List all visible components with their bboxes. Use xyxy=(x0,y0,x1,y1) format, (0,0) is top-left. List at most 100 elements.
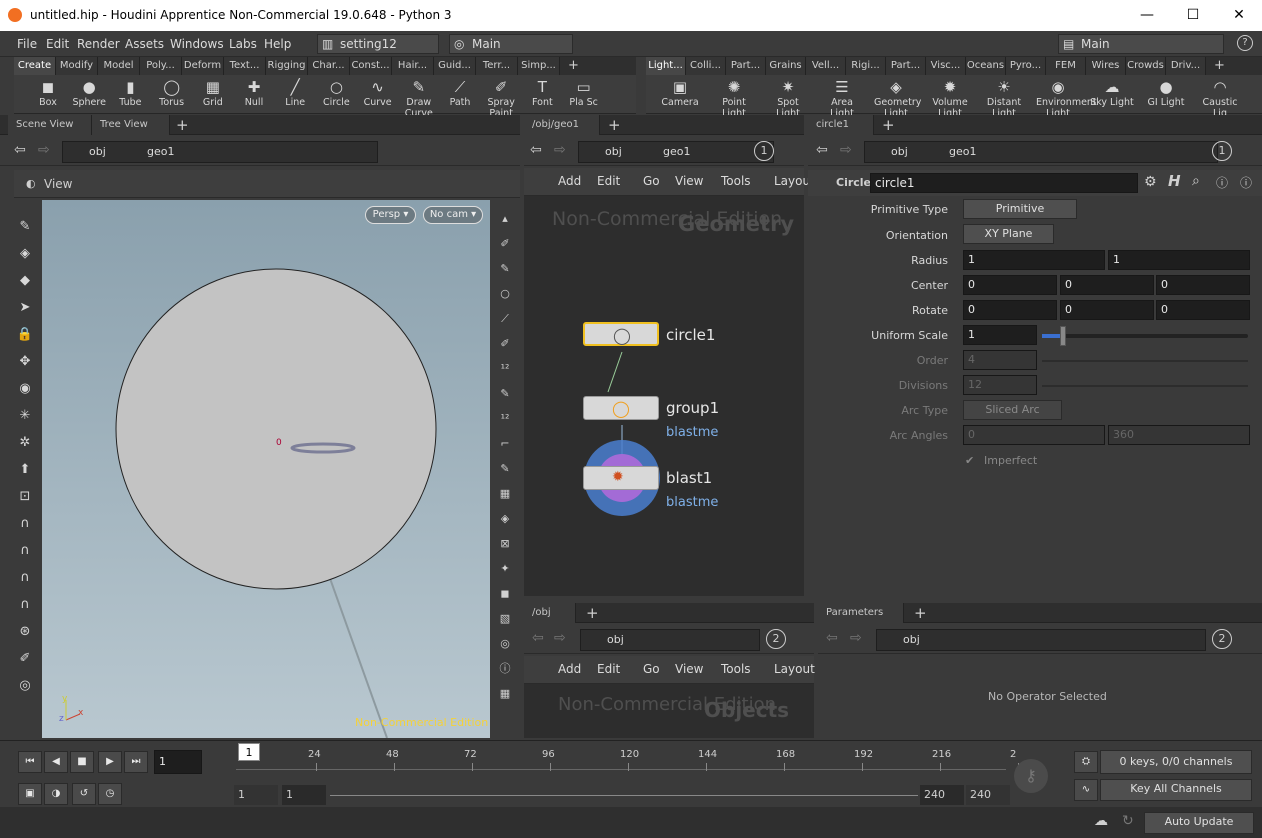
display-option-17-icon[interactable]: ◎ xyxy=(494,633,516,655)
back-arrow-icon[interactable]: ⇦ xyxy=(14,142,26,158)
tool-distant-light[interactable]: ☀ Distant Light xyxy=(982,77,1026,119)
tool-sphere[interactable]: ● Sphere xyxy=(67,77,111,113)
center-x-field[interactable]: 0 xyxy=(963,275,1057,295)
display-option-0-icon[interactable]: ▴ xyxy=(494,208,516,230)
rotate-z-field[interactable]: 0 xyxy=(1156,300,1250,320)
node-blast1[interactable]: ✹ xyxy=(583,466,659,490)
path-obj[interactable]: obj xyxy=(607,630,624,650)
add-shelf-tab-icon[interactable]: + xyxy=(568,58,579,73)
menu-help[interactable]: Help xyxy=(264,37,291,51)
display-option-5-icon[interactable]: ✐ xyxy=(494,333,516,355)
tool-pla-sc[interactable]: ▭ Pla Sc xyxy=(562,77,606,113)
left-tool-14-icon[interactable]: ∩ xyxy=(12,594,38,616)
h-icon[interactable]: H xyxy=(1168,172,1181,190)
shelf-tab-3[interactable]: Grains xyxy=(766,57,806,75)
channels-icon[interactable]: ⛭ xyxy=(1074,751,1098,773)
node-group1[interactable]: ◯ xyxy=(583,396,659,420)
forward-arrow-icon[interactable]: ⇨ xyxy=(554,630,566,646)
left-tool-11-icon[interactable]: ∩ xyxy=(12,513,38,535)
shelf-tab-2[interactable]: Part... xyxy=(726,57,766,75)
uniform-scale-handle[interactable] xyxy=(1059,326,1066,346)
menu-edit[interactable]: Edit xyxy=(46,37,69,51)
center-y-field[interactable]: 0 xyxy=(1060,275,1154,295)
tool-environment-light[interactable]: ◉ Environment Light xyxy=(1036,77,1097,119)
display-option-4-icon[interactable]: ⟋ xyxy=(494,308,516,330)
path-geo1[interactable]: geo1 xyxy=(949,142,976,162)
search-icon[interactable]: ⌕ xyxy=(1192,173,1200,189)
add-tab-icon[interactable]: + xyxy=(914,604,927,622)
help-icon[interactable]: ? xyxy=(1237,35,1253,51)
back-arrow-icon[interactable]: ⇦ xyxy=(532,630,544,646)
range-end-field[interactable]: 240 xyxy=(920,785,964,805)
tab-obj-geo1[interactable]: /obj/geo1 xyxy=(524,115,600,135)
radius-x-field[interactable]: 1 xyxy=(963,250,1105,270)
uniform-scale-slider[interactable] xyxy=(1042,326,1248,346)
back-arrow-icon[interactable]: ⇦ xyxy=(816,142,828,158)
tool-null[interactable]: ✚ Null xyxy=(232,77,276,113)
display-option-9-icon[interactable]: ⌐ xyxy=(494,433,516,455)
obj-badge[interactable]: 2 xyxy=(766,629,786,649)
obj-network-editor[interactable]: Non-Commercial Edition Objects xyxy=(524,684,814,738)
jump-start-button[interactable]: ⏮ xyxy=(18,751,42,773)
path-obj[interactable]: obj xyxy=(605,142,622,162)
refresh-icon[interactable]: ↻ xyxy=(1122,813,1134,829)
camera-menu[interactable]: No cam ▾ xyxy=(423,206,483,224)
left-tool-8-icon[interactable]: ✲ xyxy=(12,432,38,454)
tool-sky-light[interactable]: ☁ Sky Light xyxy=(1090,77,1134,113)
shelf-tab-1[interactable]: Modify xyxy=(56,57,98,75)
node-blast1-label[interactable]: blast1 xyxy=(666,469,712,487)
tool-torus[interactable]: ◯ Torus xyxy=(150,77,194,113)
path-obj[interactable]: obj xyxy=(891,142,908,162)
left-tool-4-icon[interactable]: 🔒 xyxy=(12,324,38,346)
display-option-8-icon[interactable]: ¹² xyxy=(494,408,516,430)
display-option-15-icon[interactable]: ◼ xyxy=(494,583,516,605)
primitive-type-menu[interactable]: Primitive xyxy=(963,199,1077,219)
desktop-dropdown[interactable]: setting12 ▥ xyxy=(317,34,439,54)
shelf-tab-6[interactable]: Rigging xyxy=(266,57,308,75)
node-circle1[interactable]: ◯ xyxy=(583,322,659,346)
range-end2-field[interactable]: 240 xyxy=(966,785,1010,805)
main-dropdown[interactable]: Main ◎ xyxy=(449,34,573,54)
shelf-tab-1[interactable]: Colli... xyxy=(686,57,726,75)
uniform-scale-field[interactable]: 1 xyxy=(963,325,1037,345)
shelf-tab-9[interactable]: Hair... xyxy=(392,57,434,75)
shelf-tab-9[interactable]: Pyro... xyxy=(1006,57,1046,75)
network-badge[interactable]: 1 xyxy=(754,141,774,161)
tool-volume-light[interactable]: ✹ Volume Light xyxy=(928,77,972,119)
left-tool-10-icon[interactable]: ⊡ xyxy=(12,486,38,508)
display-option-13-icon[interactable]: ⊠ xyxy=(494,533,516,555)
left-tool-1-icon[interactable]: ◈ xyxy=(12,243,38,265)
add-shelf-tab-icon[interactable]: + xyxy=(1214,58,1225,73)
help-icon[interactable]: ⓘ xyxy=(1240,174,1252,191)
params-path-box[interactable]: obj geo1 xyxy=(864,141,1218,163)
left-tool-15-icon[interactable]: ⊛ xyxy=(12,621,38,643)
rotate-x-field[interactable]: 0 xyxy=(963,300,1057,320)
shelf-tab-12[interactable]: Crowds xyxy=(1126,57,1166,75)
left-tool-3-icon[interactable]: ➤ xyxy=(12,297,38,319)
forward-arrow-icon[interactable]: ⇨ xyxy=(840,142,852,158)
play-button[interactable]: ▶ xyxy=(98,751,122,773)
left-tool-7-icon[interactable]: ✳ xyxy=(12,405,38,427)
network-path-box[interactable]: obj geo1 xyxy=(578,141,774,163)
info-icon[interactable]: ⓘ xyxy=(1216,174,1228,191)
net-menu-go[interactable]: Go xyxy=(643,174,660,188)
key-icon[interactable]: ⚷ xyxy=(1014,759,1048,793)
tool-line[interactable]: ╱ Line xyxy=(273,77,317,113)
back-arrow-icon[interactable]: ⇦ xyxy=(826,630,838,646)
forward-arrow-icon[interactable]: ⇨ xyxy=(850,630,862,646)
tab-scene-view[interactable]: Scene View xyxy=(8,115,92,135)
scene-path-box[interactable]: obj geo1 xyxy=(62,141,378,163)
tool-grid[interactable]: ▦ Grid xyxy=(191,77,235,113)
loop-button[interactable]: ↺ xyxy=(72,783,96,805)
add-tab-icon[interactable]: + xyxy=(176,116,189,134)
tool-area-light[interactable]: ☰ Area Light xyxy=(820,77,864,119)
orientation-menu[interactable]: XY Plane xyxy=(963,224,1054,244)
shelf-tab-11[interactable]: Wires xyxy=(1086,57,1126,75)
tab-obj[interactable]: /obj xyxy=(524,603,576,623)
display-option-19-icon[interactable]: ▦ xyxy=(494,683,516,705)
shelf-tab-5[interactable]: Rigi... xyxy=(846,57,886,75)
tool-caustic-lig[interactable]: ◠ Caustic Lig xyxy=(1198,77,1242,119)
display-option-6-icon[interactable]: ¹² xyxy=(494,358,516,380)
tool-point-light[interactable]: ✺ Point Light xyxy=(712,77,756,119)
shelf-tab-8[interactable]: Oceans xyxy=(966,57,1006,75)
